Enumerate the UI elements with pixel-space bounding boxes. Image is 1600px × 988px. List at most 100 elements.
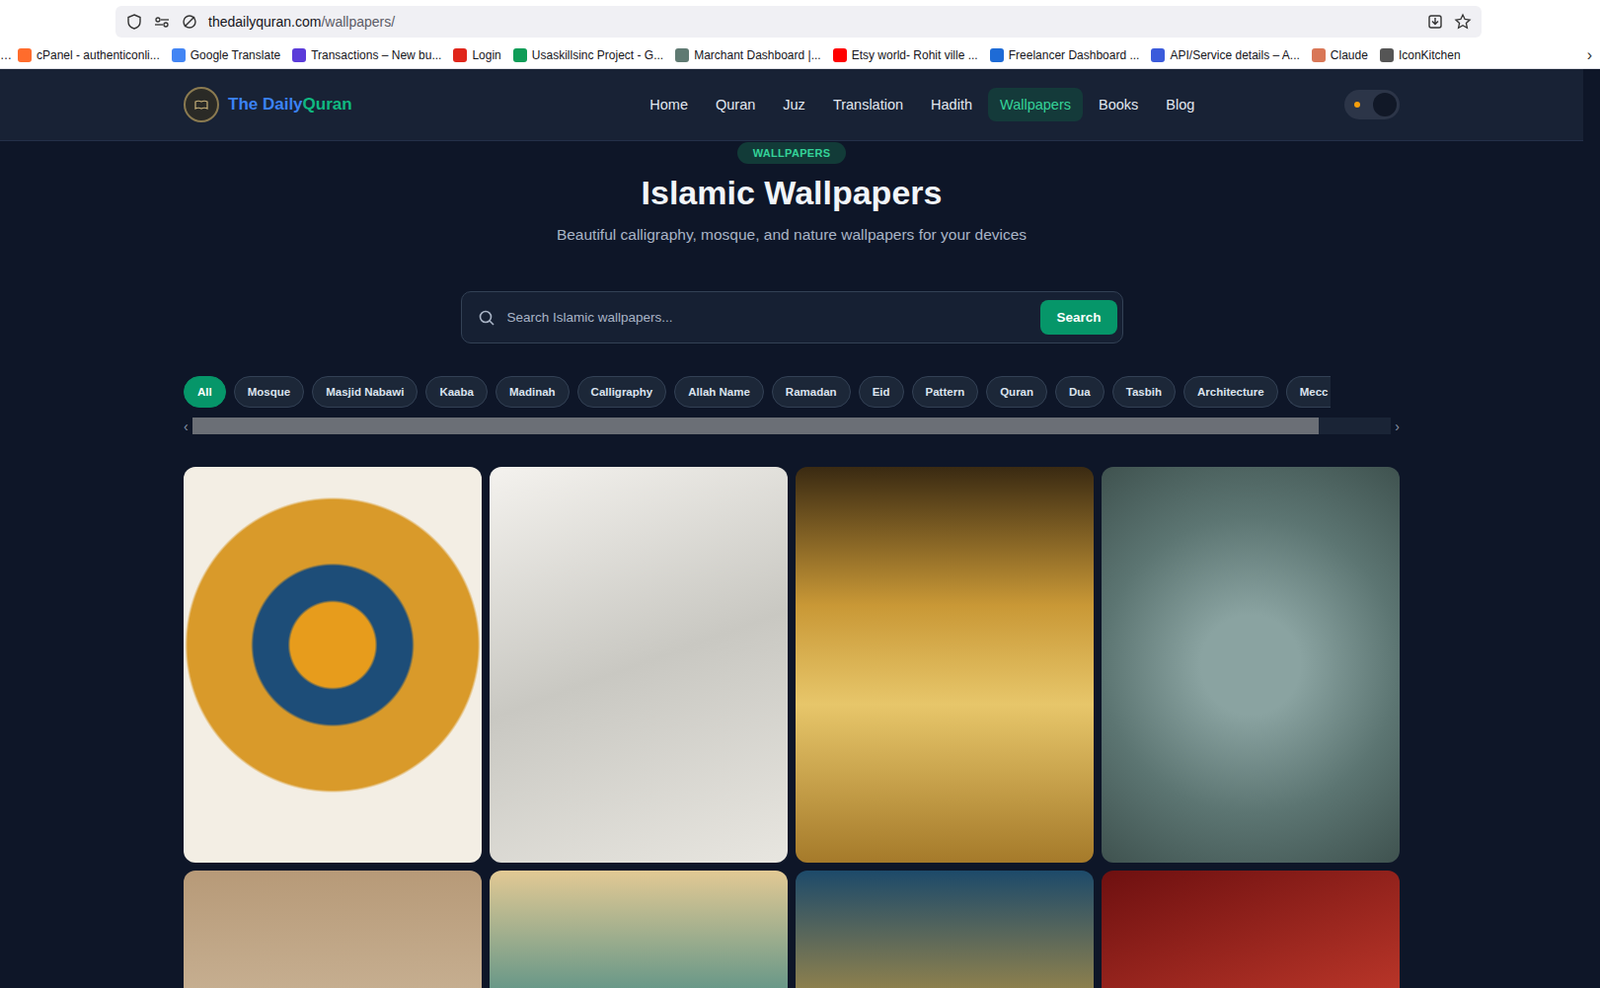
bookmark-label: Google Translate bbox=[190, 48, 281, 63]
permissions-icon bbox=[152, 12, 171, 31]
nav-item[interactable]: Juz bbox=[770, 87, 818, 122]
wallpaper-card[interactable] bbox=[489, 466, 788, 863]
filter-chip[interactable]: Mecc bbox=[1286, 376, 1331, 408]
url-path: /wallpapers/ bbox=[320, 13, 395, 30]
wallpaper-card[interactable] bbox=[1101, 870, 1400, 988]
filter-chip[interactable]: Eid bbox=[858, 376, 905, 408]
bookmark[interactable]: Claude bbox=[1305, 48, 1374, 63]
filter-chips: AllMosqueMasjid NabawiKaabaMadinahCallig… bbox=[183, 376, 1400, 408]
filter-chip[interactable]: Dua bbox=[1055, 376, 1105, 408]
wallpaper-grid bbox=[183, 466, 1400, 988]
section-badge: WALLPAPERS bbox=[737, 142, 847, 164]
main-menu: HomeQuranJuzTranslationHadithWallpapersB… bbox=[637, 87, 1207, 122]
filter-chip[interactable]: Ramadan bbox=[771, 376, 851, 408]
bookmark-favicon-icon bbox=[513, 48, 528, 63]
scroll-left-button[interactable]: ‹ bbox=[183, 418, 189, 435]
page-title: Islamic Wallpapers bbox=[641, 173, 943, 213]
wallpaper-card[interactable] bbox=[183, 466, 482, 863]
logo[interactable]: The DailyQuran bbox=[183, 86, 353, 123]
bookmark-label: IconKitchen bbox=[1398, 48, 1461, 63]
filter-chip[interactable]: Quran bbox=[986, 376, 1048, 408]
filter-chip[interactable]: Madinah bbox=[495, 376, 570, 408]
chips-scrollbar: ‹› bbox=[183, 417, 1400, 435]
bookmark-favicon-icon bbox=[990, 48, 1004, 63]
bookmark-favicon-icon bbox=[1311, 48, 1326, 63]
bookmarks-more[interactable]: › bbox=[1583, 46, 1597, 65]
bookmark-label: Etsy world- Rohit ville ... bbox=[851, 48, 979, 63]
search-input[interactable] bbox=[507, 309, 1030, 325]
address-bar[interactable]: thedailyquran.com/wallpapers/ bbox=[115, 5, 1482, 38]
filter-chip[interactable]: Pattern bbox=[912, 376, 980, 408]
bookmark-label: Usaskillsinc Project - G... bbox=[532, 48, 664, 63]
tracking-off-icon bbox=[180, 12, 199, 31]
page-subtitle: Beautiful calligraphy, mosque, and natur… bbox=[556, 226, 1027, 244]
search-icon bbox=[477, 308, 496, 327]
bookmark-label: Freelancer Dashboard ... bbox=[1008, 48, 1141, 63]
bookmark-favicon-icon bbox=[17, 48, 32, 63]
browser-chrome: thedailyquran.com/wallpapers/ … cPanel - a… bbox=[0, 0, 1600, 70]
wallpaper-card[interactable] bbox=[795, 870, 1094, 988]
bookmark[interactable]: Usaskillsinc Project - G... bbox=[507, 48, 670, 63]
bookmark-favicon-icon bbox=[292, 48, 306, 63]
search-button[interactable]: Search bbox=[1040, 300, 1117, 335]
bookmark-favicon-icon bbox=[1150, 48, 1165, 63]
filter-chip[interactable]: Architecture bbox=[1183, 376, 1279, 408]
site: The DailyQuranHomeQuranJuzTranslationHad… bbox=[0, 69, 1584, 988]
filter-chip[interactable]: Masjid Nabawi bbox=[311, 376, 418, 408]
nav-item[interactable]: Hadith bbox=[918, 87, 985, 122]
bookmark-favicon-icon bbox=[453, 48, 467, 63]
filter-chip[interactable]: Allah Name bbox=[674, 376, 764, 408]
filter-chip[interactable]: All bbox=[183, 376, 227, 408]
nav-item[interactable]: Blog bbox=[1153, 87, 1207, 122]
bookmark[interactable]: IconKitchen bbox=[1373, 48, 1467, 63]
bookmark-label: API/Service details – A... bbox=[1169, 48, 1299, 63]
nav-item[interactable]: Wallpapers bbox=[988, 87, 1083, 122]
bookmark-label: Claude bbox=[1330, 48, 1369, 63]
bookmark[interactable]: Login bbox=[447, 48, 507, 63]
toggle-knob bbox=[1372, 92, 1397, 117]
bookmark-favicon-icon bbox=[675, 48, 689, 63]
nav-item[interactable]: Books bbox=[1086, 87, 1150, 122]
bookmark-label: Transactions – New bu... bbox=[310, 48, 442, 63]
bookmark-label: Login bbox=[471, 48, 501, 63]
url-host: thedailyquran.com bbox=[208, 13, 321, 30]
nav-item[interactable]: Translation bbox=[821, 87, 915, 122]
scroll-right-button[interactable]: › bbox=[1394, 418, 1400, 435]
nav-item[interactable]: Home bbox=[637, 87, 700, 122]
bookmarks-overflow-left[interactable]: … bbox=[0, 48, 12, 63]
wallpaper-card[interactable] bbox=[1101, 466, 1400, 863]
sun-icon bbox=[1354, 101, 1361, 108]
theme-toggle[interactable] bbox=[1344, 89, 1400, 120]
bookmark-favicon-icon bbox=[833, 48, 847, 63]
hero: WALLPAPERS Islamic Wallpapers Beautiful ca… bbox=[183, 141, 1400, 344]
wallpaper-card[interactable] bbox=[183, 870, 482, 988]
bookmark[interactable]: cPanel - authenticonli... bbox=[11, 48, 166, 63]
bookmarks-bar: … cPanel - authenticonli... Google Transla… bbox=[0, 42, 1600, 70]
shield-icon bbox=[125, 12, 144, 31]
scroll-thumb[interactable] bbox=[192, 417, 1320, 435]
search-box: Search bbox=[460, 291, 1124, 344]
bookmark-favicon-icon bbox=[1379, 48, 1394, 63]
scroll-track[interactable] bbox=[192, 417, 1392, 435]
logo-text: The DailyQuran bbox=[228, 94, 353, 115]
nav-item[interactable]: Quran bbox=[703, 87, 767, 122]
bookmark[interactable]: API/Service details – A... bbox=[1144, 48, 1305, 63]
bookmark[interactable]: Transactions – New bu... bbox=[286, 48, 448, 63]
bookmark-label: cPanel - authenticonli... bbox=[36, 48, 160, 63]
url-text[interactable]: thedailyquran.com/wallpapers/ bbox=[208, 13, 1417, 30]
filter-chip[interactable]: Mosque bbox=[233, 376, 305, 408]
star-icon bbox=[1453, 12, 1472, 31]
book-icon bbox=[192, 95, 211, 114]
logo-emblem-icon bbox=[183, 86, 220, 123]
filter-chip[interactable]: Kaaba bbox=[425, 376, 488, 408]
wallpaper-card[interactable] bbox=[489, 870, 788, 988]
filter-chip[interactable]: Calligraphy bbox=[577, 376, 668, 408]
bookmark[interactable]: Google Translate bbox=[165, 48, 287, 63]
bookmark[interactable]: Marchant Dashboard |... bbox=[669, 48, 828, 63]
download-icon bbox=[1426, 12, 1445, 31]
wallpaper-card[interactable] bbox=[795, 466, 1094, 863]
filter-chip[interactable]: Tasbih bbox=[1112, 376, 1176, 408]
bookmark[interactable]: Etsy world- Rohit ville ... bbox=[827, 48, 985, 63]
bookmark[interactable]: Freelancer Dashboard ... bbox=[984, 48, 1146, 63]
bookmark-label: Marchant Dashboard |... bbox=[693, 48, 822, 63]
